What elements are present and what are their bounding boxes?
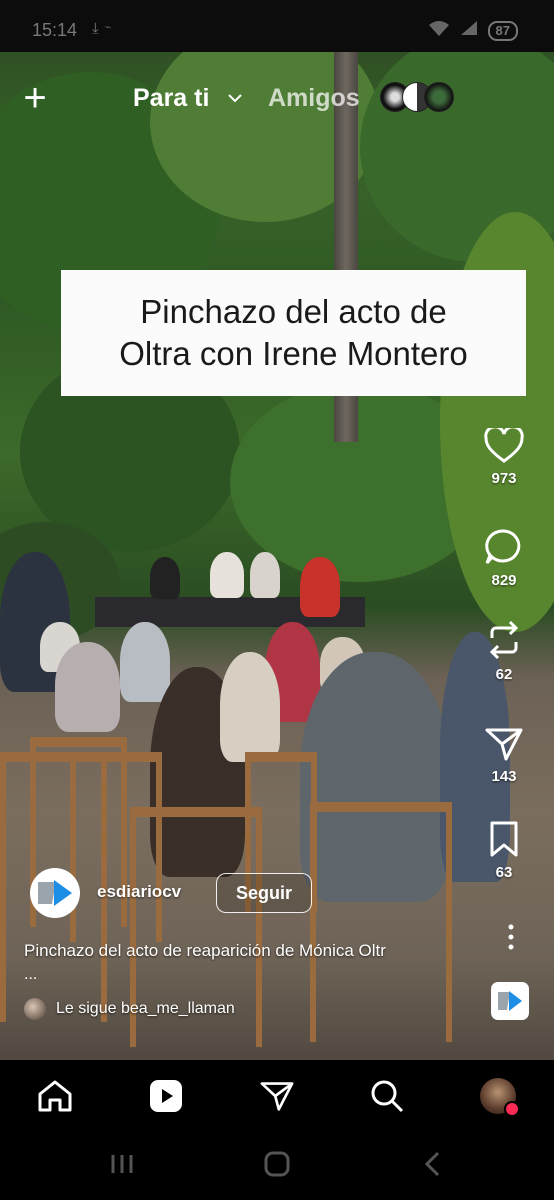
audience-person [220, 652, 280, 762]
overlay-caption: Pinchazo del acto de Oltra con Irene Mon… [61, 270, 526, 396]
overlay-caption-line-1: Pinchazo del acto de [140, 293, 447, 330]
back-icon[interactable] [413, 1148, 453, 1180]
battery-indicator: 87 [487, 20, 518, 41]
share-count: 143 [491, 768, 517, 785]
create-plus-icon[interactable]: + [18, 78, 52, 118]
send-icon [260, 1082, 294, 1111]
audio-source-icon[interactable] [491, 982, 529, 1020]
chair [310, 802, 452, 1042]
post-more[interactable]: ... [24, 966, 37, 984]
followed-by[interactable]: Le sigue bea_me_llaman [24, 998, 235, 1020]
nav-reels[interactable] [146, 1076, 186, 1116]
bookmark-icon [490, 821, 518, 857]
share-button[interactable]: 143 [474, 726, 534, 806]
search-icon [371, 1080, 404, 1113]
like-button[interactable]: 973 [474, 428, 534, 508]
save-button[interactable]: 63 [474, 820, 534, 900]
comment-icon [485, 529, 521, 564]
wifi-icon [428, 20, 450, 41]
action-rail: 973 829 62 143 63 [474, 428, 534, 898]
save-count: 63 [495, 864, 513, 881]
account-username[interactable]: esdiariocv [97, 882, 181, 902]
speaker [150, 557, 180, 599]
chair [70, 752, 162, 942]
nav-home[interactable] [35, 1076, 75, 1116]
follower-avatar [24, 998, 46, 1020]
home-button-icon[interactable] [257, 1148, 297, 1180]
follow-button[interactable]: Seguir [216, 873, 312, 913]
send-icon [485, 728, 523, 761]
status-right: 87 [428, 20, 518, 41]
tab-amigos[interactable]: Amigos [268, 84, 360, 113]
signal-icon [460, 20, 478, 41]
audience-person [55, 642, 120, 732]
cast-icon: ⌁ [104, 20, 118, 37]
followed-by-text: Le sigue bea_me_llaman [56, 1000, 235, 1017]
audience-person [120, 622, 170, 702]
account-avatar[interactable] [30, 868, 80, 918]
status-icons: ⤓⌁ [92, 20, 117, 37]
recents-icon[interactable] [102, 1148, 142, 1180]
app-screen: 15:14 ⤓⌁ 87 Pinchazo del acto de Oltra c… [0, 0, 554, 1200]
comment-button[interactable]: 829 [474, 528, 534, 608]
post-description[interactable]: Pinchazo del acto de reaparición de Móni… [24, 941, 474, 961]
reels-icon [150, 1080, 182, 1112]
speaker [250, 552, 280, 598]
heart-icon [484, 428, 524, 463]
status-time: 15:14 [32, 20, 78, 40]
top-navigation: + Para ti Amigos [0, 78, 554, 122]
nav-profile[interactable] [478, 1076, 520, 1117]
repost-icon [489, 620, 519, 660]
home-icon [38, 1080, 72, 1112]
overlay-caption-line-2: Oltra con Irene Montero [119, 335, 468, 372]
bottom-navigation [0, 1060, 554, 1130]
profile-avatar [480, 1078, 520, 1117]
friends-avatars[interactable] [380, 82, 456, 112]
speaker [300, 557, 340, 617]
speaker [210, 552, 244, 598]
chevron-down-icon[interactable] [228, 90, 242, 108]
repost-button[interactable]: 62 [474, 620, 534, 700]
status-bar: 15:14 ⤓⌁ 87 [0, 0, 554, 52]
nav-search[interactable] [367, 1076, 407, 1116]
tab-para-ti[interactable]: Para ti [133, 84, 209, 113]
friend-avatar [424, 82, 454, 112]
esdiario-logo-icon [38, 880, 72, 906]
more-options-icon[interactable] [506, 924, 516, 950]
system-navigation-bar [0, 1130, 554, 1200]
notification-dot [504, 1101, 520, 1117]
download-icon: ⤓ [92, 20, 105, 37]
like-count: 973 [491, 470, 517, 487]
comment-count: 829 [491, 572, 517, 589]
repost-count: 62 [495, 666, 513, 683]
nav-messages[interactable] [257, 1076, 297, 1116]
